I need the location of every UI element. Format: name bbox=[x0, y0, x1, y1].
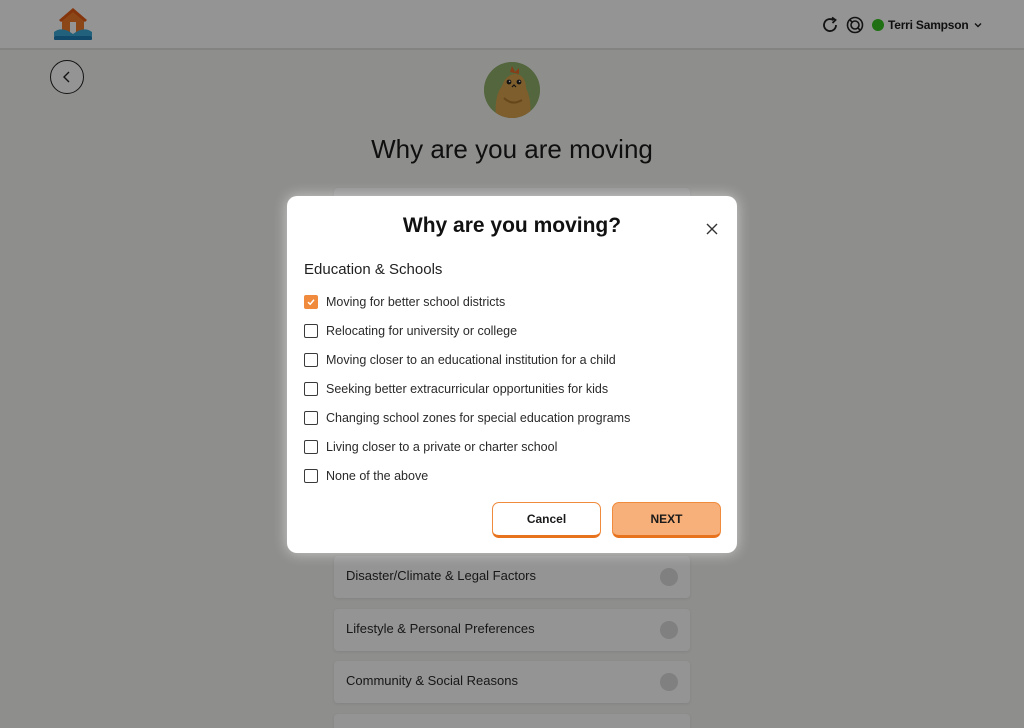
reason-modal: Why are you moving? Education & Schools … bbox=[287, 196, 737, 553]
option-none-of-the-above[interactable]: None of the above bbox=[304, 467, 428, 485]
option-label: Seeking better extracurricular opportuni… bbox=[326, 382, 609, 396]
option-label: None of the above bbox=[326, 469, 429, 483]
checkbox[interactable] bbox=[304, 382, 318, 396]
checkbox[interactable] bbox=[304, 324, 318, 338]
option-better-school-districts[interactable]: Moving for better school districts bbox=[304, 293, 505, 311]
close-icon[interactable] bbox=[705, 222, 719, 236]
option-label: Relocating for university or college bbox=[326, 324, 518, 338]
option-label: Moving closer to an educational institut… bbox=[326, 353, 616, 367]
option-label: Moving for better school districts bbox=[326, 295, 506, 309]
modal-title: Why are you moving? bbox=[402, 214, 622, 237]
checkbox-checked[interactable] bbox=[304, 295, 318, 309]
option-university-college[interactable]: Relocating for university or college bbox=[304, 322, 517, 340]
option-label: Living closer to a private or charter sc… bbox=[326, 440, 558, 454]
checkbox[interactable] bbox=[304, 411, 318, 425]
checkbox[interactable] bbox=[304, 469, 318, 483]
option-label: Changing school zones for special educat… bbox=[326, 411, 631, 425]
option-extracurricular[interactable]: Seeking better extracurricular opportuni… bbox=[304, 380, 608, 398]
cancel-button[interactable]: Cancel bbox=[492, 502, 601, 538]
checkbox[interactable] bbox=[304, 353, 318, 367]
check-icon bbox=[307, 299, 315, 306]
option-special-education[interactable]: Changing school zones for special educat… bbox=[304, 409, 630, 427]
next-button[interactable]: NEXT bbox=[612, 502, 721, 538]
section-title: Education & Schools bbox=[304, 261, 443, 278]
checkbox[interactable] bbox=[304, 440, 318, 454]
option-closer-to-institution[interactable]: Moving closer to an educational institut… bbox=[304, 351, 616, 369]
option-private-charter[interactable]: Living closer to a private or charter sc… bbox=[304, 438, 557, 456]
